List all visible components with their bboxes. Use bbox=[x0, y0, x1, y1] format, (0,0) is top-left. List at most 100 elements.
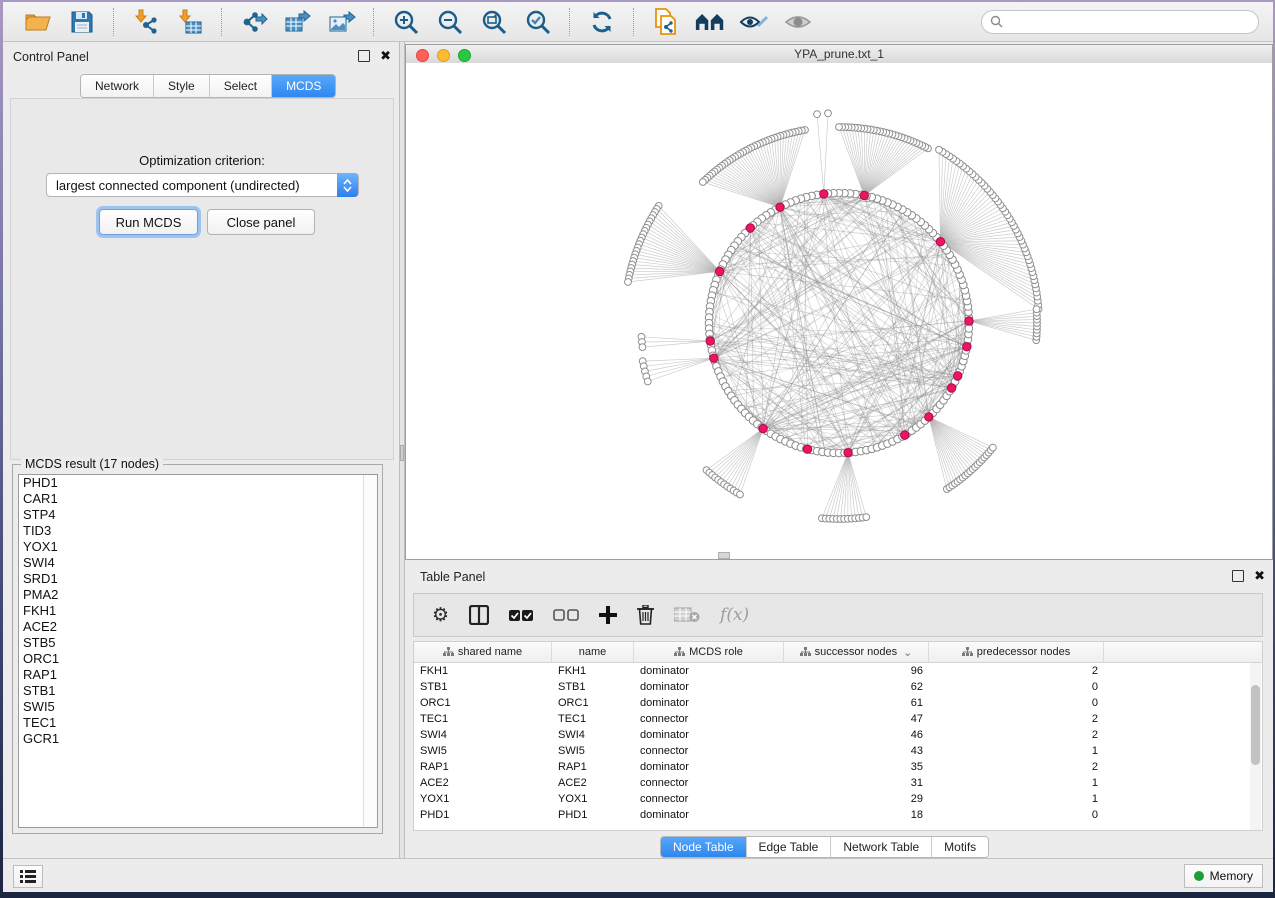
table-scrollbar[interactable] bbox=[1250, 663, 1261, 831]
tab-motifs[interactable]: Motifs bbox=[932, 837, 988, 857]
mcds-result-item[interactable]: STB1 bbox=[19, 683, 377, 699]
table-cell[interactable]: 1 bbox=[929, 745, 1104, 757]
duplicate-network-icon[interactable] bbox=[651, 8, 681, 36]
table-cell[interactable]: 0 bbox=[929, 681, 1104, 693]
table-row[interactable]: RAP1RAP1dominator352 bbox=[414, 759, 1262, 775]
network-canvas[interactable] bbox=[406, 63, 1272, 559]
mcds-result-item[interactable]: TID3 bbox=[19, 523, 377, 539]
table-row[interactable]: PHD1PHD1dominator180 bbox=[414, 807, 1262, 823]
table-cell[interactable]: 0 bbox=[929, 697, 1104, 709]
table-row[interactable]: YOX1YOX1connector291 bbox=[414, 791, 1262, 807]
table-cell[interactable]: 2 bbox=[929, 713, 1104, 725]
table-cell[interactable]: 62 bbox=[784, 681, 929, 693]
mcds-result-item[interactable]: SWI4 bbox=[19, 555, 377, 571]
table-row[interactable]: SWI4SWI4dominator462 bbox=[414, 727, 1262, 743]
table-cell[interactable]: FKH1 bbox=[552, 665, 634, 677]
table-cell[interactable]: SWI4 bbox=[552, 729, 634, 741]
settings-gear-icon[interactable]: ⚙ bbox=[432, 604, 449, 627]
table-cell[interactable]: STB1 bbox=[414, 681, 552, 693]
table-cell[interactable]: dominator bbox=[634, 729, 784, 741]
table-cell[interactable]: dominator bbox=[634, 665, 784, 677]
splitter-handle[interactable] bbox=[400, 445, 404, 461]
table-cell[interactable]: YOX1 bbox=[414, 793, 552, 805]
table-cell[interactable]: dominator bbox=[634, 681, 784, 693]
table-cell[interactable]: 43 bbox=[784, 745, 929, 757]
mcds-result-item[interactable]: TEC1 bbox=[19, 715, 377, 731]
table-cell[interactable]: 0 bbox=[929, 809, 1104, 821]
zoom-in-icon[interactable] bbox=[391, 8, 421, 36]
zoom-out-icon[interactable] bbox=[435, 8, 465, 36]
table-cell[interactable]: 47 bbox=[784, 713, 929, 725]
table-cell[interactable]: 2 bbox=[929, 761, 1104, 773]
table-row[interactable]: ACE2ACE2connector311 bbox=[414, 775, 1262, 791]
table-cell[interactable]: TEC1 bbox=[552, 713, 634, 725]
export-network-icon[interactable] bbox=[239, 8, 269, 36]
mcds-result-item[interactable]: SRD1 bbox=[19, 571, 377, 587]
mcds-result-item[interactable]: SWI5 bbox=[19, 699, 377, 715]
close-panel-icon[interactable]: ✖ bbox=[380, 51, 391, 61]
table-cell[interactable]: 46 bbox=[784, 729, 929, 741]
table-cell[interactable]: RAP1 bbox=[414, 761, 552, 773]
table-cell[interactable]: 96 bbox=[784, 665, 929, 677]
table-cell[interactable]: 29 bbox=[784, 793, 929, 805]
table-cell[interactable]: connector bbox=[634, 777, 784, 789]
table-cell[interactable]: RAP1 bbox=[552, 761, 634, 773]
mcds-result-item[interactable]: CAR1 bbox=[19, 491, 377, 507]
table-cell[interactable]: 18 bbox=[784, 809, 929, 821]
table-cell[interactable]: PHD1 bbox=[414, 809, 552, 821]
table-row[interactable]: ORC1ORC1dominator610 bbox=[414, 695, 1262, 711]
tab-mcds[interactable]: MCDS bbox=[272, 75, 335, 97]
table-cell[interactable]: connector bbox=[634, 793, 784, 805]
table-cell[interactable]: dominator bbox=[634, 697, 784, 709]
delete-column-icon[interactable] bbox=[637, 605, 654, 625]
table-cell[interactable]: 2 bbox=[929, 665, 1104, 677]
close-table-panel-icon[interactable]: ✖ bbox=[1254, 571, 1265, 581]
close-panel-button[interactable]: Close panel bbox=[207, 209, 315, 235]
table-cell[interactable]: ACE2 bbox=[552, 777, 634, 789]
float-table-panel-icon[interactable] bbox=[1232, 570, 1244, 582]
mcds-result-item[interactable]: ACE2 bbox=[19, 619, 377, 635]
table-row[interactable]: SWI5SWI5connector431 bbox=[414, 743, 1262, 759]
task-history-button[interactable] bbox=[13, 865, 43, 888]
zoom-selected-icon[interactable] bbox=[523, 8, 553, 36]
horizontal-splitter-handle[interactable] bbox=[718, 552, 730, 559]
run-mcds-button[interactable]: Run MCDS bbox=[99, 209, 198, 235]
add-column-icon[interactable] bbox=[599, 606, 617, 624]
save-icon[interactable] bbox=[67, 8, 97, 36]
table-cell[interactable]: 2 bbox=[929, 729, 1104, 741]
table-cell[interactable]: SWI4 bbox=[414, 729, 552, 741]
table-cell[interactable]: 1 bbox=[929, 793, 1104, 805]
table-cell[interactable]: FKH1 bbox=[414, 665, 552, 677]
tab-node-table[interactable]: Node Table bbox=[661, 837, 747, 857]
first-neighbors-icon[interactable] bbox=[695, 8, 725, 36]
export-image-icon[interactable] bbox=[327, 8, 357, 36]
table-cell[interactable]: 61 bbox=[784, 697, 929, 709]
search-box[interactable] bbox=[981, 10, 1259, 34]
column-header-successor-nodes[interactable]: successor nodes⌄ bbox=[784, 642, 929, 662]
table-cell[interactable]: connector bbox=[634, 713, 784, 725]
tab-network-table[interactable]: Network Table bbox=[831, 837, 932, 857]
tab-network[interactable]: Network bbox=[81, 75, 154, 97]
table-row[interactable]: FKH1FKH1dominator962 bbox=[414, 663, 1262, 679]
table-cell[interactable]: SWI5 bbox=[552, 745, 634, 757]
table-cell[interactable]: ORC1 bbox=[552, 697, 634, 709]
table-cell[interactable]: ORC1 bbox=[414, 697, 552, 709]
network-window-titlebar[interactable]: YPA_prune.txt_1 bbox=[406, 45, 1272, 64]
show-columns-icon[interactable] bbox=[469, 605, 489, 625]
criterion-dropdown[interactable]: largest connected component (undirected) bbox=[46, 173, 359, 197]
column-header-MCDS-role[interactable]: MCDS role bbox=[634, 642, 784, 662]
table-cell[interactable]: connector bbox=[634, 745, 784, 757]
show-all-icon[interactable] bbox=[783, 8, 813, 36]
column-header-name[interactable]: name bbox=[552, 642, 634, 662]
deselect-all-icon[interactable] bbox=[553, 609, 579, 622]
zoom-fit-icon[interactable] bbox=[479, 8, 509, 36]
memory-button[interactable]: Memory bbox=[1184, 864, 1263, 888]
mcds-result-item[interactable]: FKH1 bbox=[19, 603, 377, 619]
table-cell[interactable]: 1 bbox=[929, 777, 1104, 789]
mcds-result-item[interactable]: STB5 bbox=[19, 635, 377, 651]
mcds-result-item[interactable]: PMA2 bbox=[19, 587, 377, 603]
mcds-result-item[interactable]: ORC1 bbox=[19, 651, 377, 667]
open-folder-icon[interactable] bbox=[23, 8, 53, 36]
select-all-icon[interactable] bbox=[509, 609, 533, 622]
export-table-icon[interactable] bbox=[283, 8, 313, 36]
